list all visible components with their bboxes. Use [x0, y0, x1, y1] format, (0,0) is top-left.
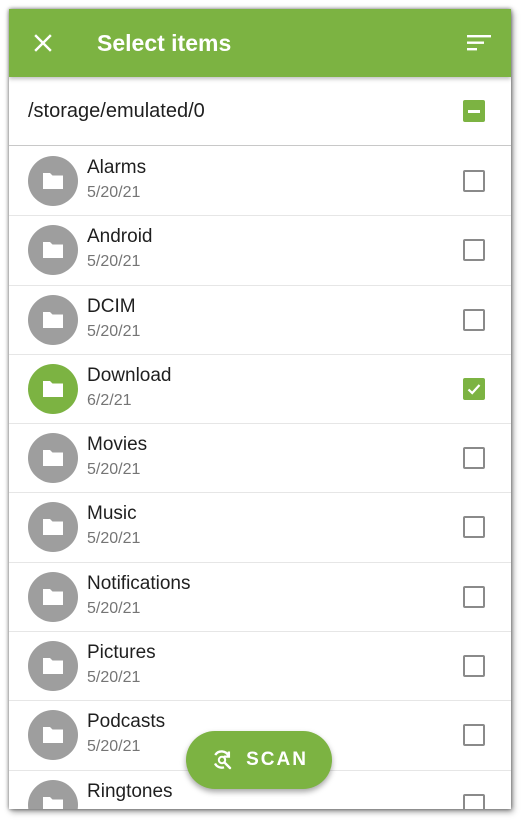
list-item[interactable]: Android 5/20/21: [9, 216, 511, 286]
item-checkbox[interactable]: [463, 585, 485, 608]
page-title: Select items: [97, 30, 232, 56]
list-item[interactable]: Music 5/20/21: [9, 493, 511, 563]
path-bar: /storage/emulated/0: [9, 77, 511, 146]
list-item[interactable]: Alarms 5/20/21: [9, 147, 511, 217]
item-name: Notifications: [87, 572, 191, 594]
folder-avatar: [28, 710, 78, 761]
item-date: 5/20/21: [87, 461, 141, 479]
item-name: Alarms: [87, 157, 147, 178]
item-name: Movies: [87, 434, 148, 456]
item-checkbox[interactable]: [463, 655, 485, 678]
item-checkbox[interactable]: [463, 170, 485, 192]
item-date: 5/20/21: [87, 669, 141, 687]
current-path: /storage/emulated/0: [28, 100, 205, 122]
folder-icon: [43, 242, 63, 259]
folder-avatar: [28, 363, 78, 414]
folder-icon: [43, 727, 63, 744]
item-date: 5/20/21: [87, 322, 141, 340]
folder-avatar: [28, 571, 78, 622]
app-window: Select items /storage/emulated/0 Alarms 5…: [9, 9, 511, 809]
folder-avatar: [28, 156, 78, 206]
list-item[interactable]: Notifications 5/20/21: [9, 563, 511, 633]
item-checkbox[interactable]: [463, 308, 485, 331]
item-date: 5/20/21: [87, 253, 141, 271]
item-name: DCIM: [87, 295, 136, 317]
app-bar: Select items: [9, 9, 511, 77]
list-item[interactable]: Movies 5/20/21: [9, 424, 511, 494]
item-checkbox[interactable]: [463, 724, 485, 747]
close-button[interactable]: [23, 23, 63, 63]
folder-icon: [43, 796, 63, 809]
item-name: Android: [87, 226, 153, 248]
item-checkbox[interactable]: [463, 447, 485, 470]
close-icon: [34, 34, 52, 52]
item-name: Pictures: [87, 642, 156, 664]
item-checkbox[interactable]: [463, 377, 485, 400]
sort-button[interactable]: [459, 23, 499, 63]
folder-avatar: [28, 225, 78, 276]
folder-avatar: [28, 502, 78, 553]
folder-icon: [43, 173, 63, 189]
folder-icon: [43, 588, 63, 605]
folder-icon: [43, 519, 63, 536]
item-date: 5/20/21: [87, 184, 141, 201]
folder-avatar: [28, 641, 78, 692]
item-date: 5/20/21: [87, 530, 141, 548]
select-all-checkbox[interactable]: [463, 100, 485, 122]
check-icon: [467, 384, 481, 395]
item-name: Download: [87, 364, 172, 386]
folder-icon: [43, 311, 63, 328]
item-checkbox[interactable]: [463, 793, 485, 809]
list-item[interactable]: Download 6/2/21: [9, 355, 511, 425]
list-item[interactable]: DCIM 5/20/21: [9, 286, 511, 355]
item-name: Podcasts: [87, 711, 166, 733]
item-checkbox[interactable]: [463, 239, 485, 262]
item-date: 6/2/21: [87, 391, 132, 409]
folder-avatar: [28, 294, 78, 345]
scan-refresh-icon: [214, 750, 232, 770]
list-item[interactable]: Pictures 5/20/21: [9, 632, 511, 702]
folder-avatar: [28, 433, 78, 484]
scan-button[interactable]: SCAN: [186, 731, 332, 789]
folder-avatar: [28, 779, 78, 809]
item-name: Ringtones: [87, 780, 173, 802]
folder-icon: [43, 450, 63, 467]
folder-icon: [43, 658, 63, 675]
folder-icon: [43, 380, 63, 397]
sort-icon: [467, 35, 491, 51]
scan-button-label: SCAN: [246, 749, 308, 770]
item-date: 5/20/21: [87, 599, 141, 617]
file-list: Alarms 5/20/21 Android 5/20/21 DCIM 5/20/21 Do…: [9, 147, 511, 809]
item-name: Music: [87, 503, 137, 525]
item-date: 5/20/21: [87, 738, 141, 756]
item-checkbox[interactable]: [463, 516, 485, 539]
